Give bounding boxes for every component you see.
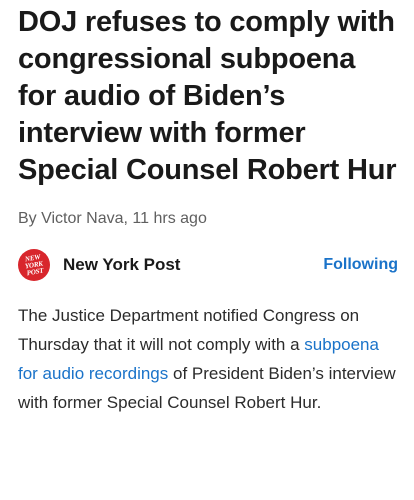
logo-wordmark: NEW YORK POST [24, 252, 45, 277]
publisher-row: NEW YORK POST New York Post Following [18, 249, 400, 281]
article-headline: DOJ refuses to comply with congressional… [18, 6, 397, 186]
publisher-name: New York Post [63, 255, 181, 274]
following-button[interactable]: Following [323, 256, 398, 274]
article: DOJ refuses to comply with congressional… [18, 0, 400, 434]
article-byline: By Victor Nava, 11 hrs ago [18, 210, 207, 227]
publisher-info[interactable]: NEW YORK POST New York Post [18, 249, 180, 281]
new-york-post-logo-icon: NEW YORK POST [18, 249, 50, 281]
article-body-paragraph: The Justice Department notified Congress… [18, 301, 400, 417]
